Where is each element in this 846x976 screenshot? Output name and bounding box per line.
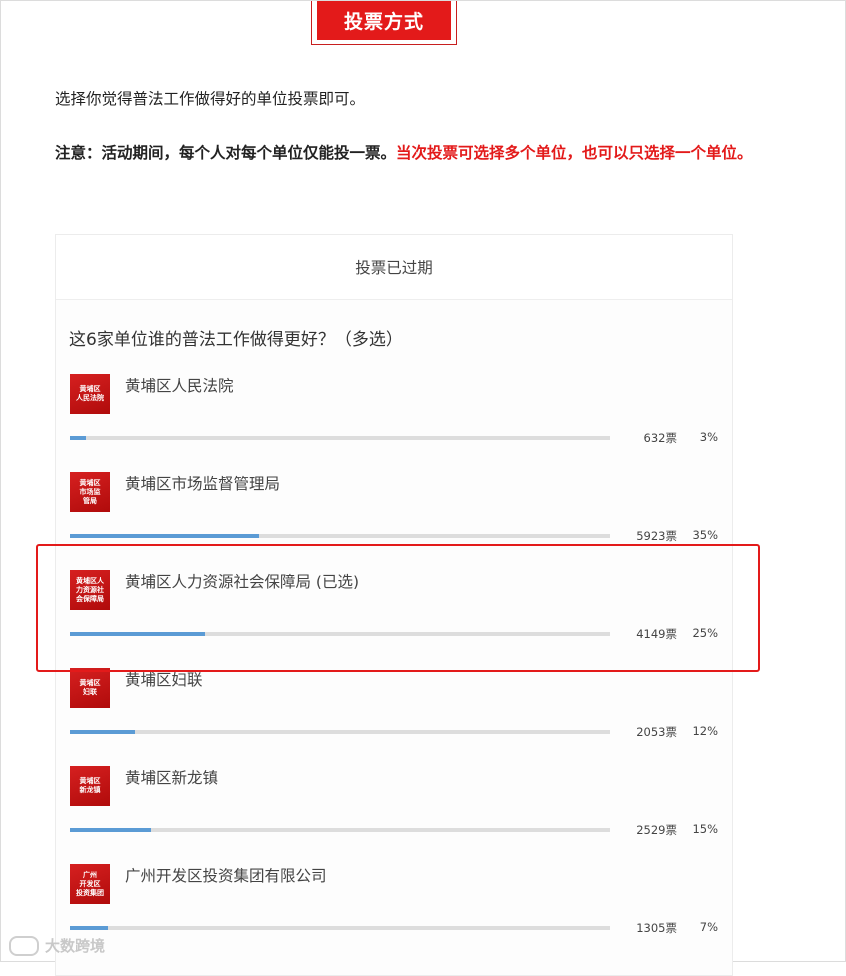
- option-progress-fill: [70, 926, 108, 930]
- option-progress-track: [70, 828, 610, 832]
- option-progress-track: [70, 926, 610, 930]
- poll-option[interactable]: 黄埔区 人民法院 黄埔区人民法院 632票 3%: [56, 374, 732, 472]
- poll-status: 投票已过期: [56, 235, 732, 300]
- poll-option[interactable]: 黄埔区 妇联 黄埔区妇联 2053票 12%: [56, 668, 732, 766]
- option-thumbnail: 黄埔区 市场监 管局: [70, 472, 110, 512]
- option-progress-fill: [70, 436, 86, 440]
- notice-red: 当次投票可选择多个单位，也可以只选择一个单位。: [396, 144, 753, 162]
- option-votes: 2053票: [636, 725, 677, 739]
- option-votes: 1305票: [636, 921, 677, 935]
- option-percent: 3%: [699, 430, 718, 444]
- option-thumbnail: 黄埔区 人民法院: [70, 374, 110, 414]
- option-percent: 7%: [699, 920, 718, 934]
- option-percent: 35%: [692, 528, 718, 542]
- option-votes: 2529票: [636, 823, 677, 837]
- option-progress-track: [70, 534, 610, 538]
- option-name: 黄埔区新龙镇: [125, 769, 219, 787]
- option-percent: 12%: [692, 724, 718, 738]
- notice-text: 注意：活动期间，每个人对每个单位仅能投一票。当次投票可选择多个单位，也可以只选择…: [55, 139, 755, 167]
- section-header-title: 投票方式: [317, 1, 451, 40]
- option-votes: 632票: [643, 431, 677, 445]
- option-name: 黄埔区市场监督管理局: [125, 475, 281, 493]
- option-progress-fill: [70, 730, 135, 734]
- option-name: 黄埔区人民法院: [125, 377, 234, 395]
- intro-text: 选择你觉得普法工作做得好的单位投票即可。: [55, 90, 366, 108]
- watermark-text: 大数跨境: [45, 937, 106, 955]
- option-progress-track: [70, 436, 610, 440]
- option-thumbnail: 广州 开发区 投资集团: [70, 864, 110, 904]
- option-name: 广州开发区投资集团有限公司: [125, 867, 327, 885]
- selected-option-highlight: [36, 544, 760, 672]
- watermark: 大数跨境: [9, 935, 105, 956]
- option-thumbnail: 黄埔区 新龙镇: [70, 766, 110, 806]
- option-progress-fill: [70, 534, 259, 538]
- option-thumbnail: 黄埔区 妇联: [70, 668, 110, 708]
- option-progress-fill: [70, 828, 151, 832]
- option-percent: 15%: [692, 822, 718, 836]
- poll-question: 这6家单位谁的普法工作做得更好？（多选）: [69, 330, 403, 350]
- poll-option[interactable]: 广州 开发区 投资集团 广州开发区投资集团有限公司 1305票 7%: [56, 864, 732, 962]
- section-header-badge: 投票方式: [311, 1, 457, 45]
- watermark-logo-icon: [9, 935, 39, 956]
- option-votes: 5923票: [636, 529, 677, 543]
- notice-black: 注意：活动期间，每个人对每个单位仅能投一票。: [55, 144, 397, 162]
- poll-option[interactable]: 黄埔区 新龙镇 黄埔区新龙镇 2529票 15%: [56, 766, 732, 864]
- option-progress-track: [70, 730, 610, 734]
- page-frame: 投票方式 选择你觉得普法工作做得好的单位投票即可。 注意：活动期间，每个人对每个…: [0, 0, 846, 976]
